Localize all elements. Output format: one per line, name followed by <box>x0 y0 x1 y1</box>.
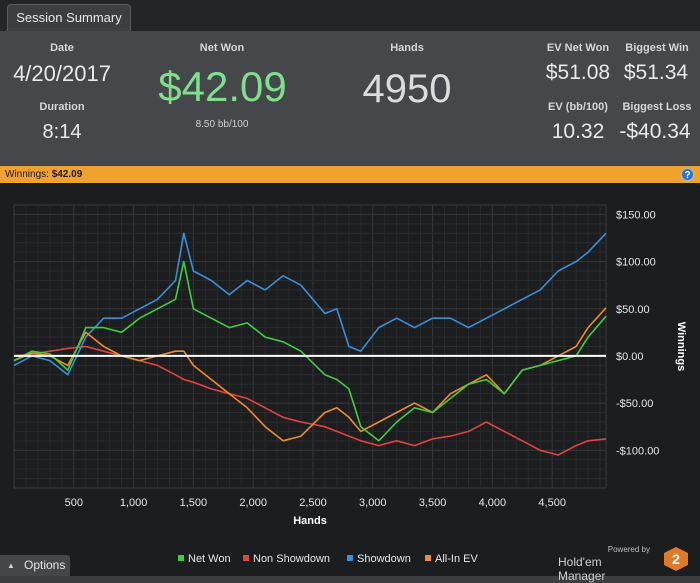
biggest-loss-label: Biggest Loss <box>622 101 692 113</box>
y-tick-label: $150.00 <box>616 209 656 221</box>
ev-bb-label: EV (bb/100) <box>548 101 608 113</box>
biggest-loss-value: -$40.34 <box>619 120 691 143</box>
biggest-win-label: Biggest Win <box>625 42 689 54</box>
ev-net-won-label: EV Net Won <box>546 42 610 54</box>
summary-panel: Date 4/20/2017 Duration 8:14 Net Won $42… <box>0 31 700 165</box>
winnings-stripe: Winnings: $42.09 ? <box>0 166 700 183</box>
options-label: Options <box>24 558 66 572</box>
winnings-stripe-value: $42.09 <box>51 169 83 180</box>
tab-session-summary[interactable]: Session Summary <box>7 4 131 31</box>
chart-area: 500 1,000 1,500 2,000 2,500 3,000 3,500 4,000 4,… <box>0 183 700 576</box>
y-tick-label: -$50.00 <box>616 398 653 410</box>
hands-label: Hands <box>390 42 424 54</box>
netwon-sub: 8.50 bb/100 <box>195 119 249 130</box>
date-label: Date <box>50 42 74 54</box>
tab-strip: Session Summary <box>0 0 700 32</box>
x-tick-label: 4,000 <box>479 497 507 509</box>
y-tick-label: $100.00 <box>616 257 656 269</box>
x-tick-label: 1,000 <box>120 497 148 509</box>
legend-swatch <box>178 555 184 561</box>
legend-label: Non Showdown <box>253 553 330 565</box>
winnings-chart: 500 1,000 1,500 2,000 2,500 3,000 3,500 4,000 4,… <box>13 204 687 565</box>
x-tick-label: 500 <box>65 497 83 509</box>
hands-value: 4950 <box>362 67 452 111</box>
netwon-label: Net Won <box>199 42 245 54</box>
brand-badge-icon: 2 <box>664 547 688 571</box>
ev-bb-value: 10.32 <box>551 120 605 143</box>
legend-label: All-In EV <box>435 553 478 565</box>
caret-up-icon: ▲ <box>7 561 15 570</box>
y-tick-label: $0.00 <box>616 351 644 363</box>
y-tick-label: $50.00 <box>616 304 650 316</box>
netwon-value: $42.09 <box>158 63 287 110</box>
biggest-win-value: $51.34 <box>623 61 689 84</box>
legend-swatch <box>425 555 431 561</box>
legend-swatch <box>243 555 249 561</box>
x-tick-label: 2,000 <box>239 497 267 509</box>
date-value: 4/20/2017 <box>13 61 111 86</box>
duration-value: 8:14 <box>42 121 82 143</box>
x-tick-label: 4,500 <box>538 497 566 509</box>
x-tick-label: 1,500 <box>180 497 208 509</box>
x-tick-label: 2,500 <box>299 497 327 509</box>
duration-label: Duration <box>39 101 85 113</box>
legend-label: Net Won <box>188 553 231 565</box>
powered-by-text: Powered by <box>607 545 650 554</box>
options-button[interactable]: ▲ Options <box>0 555 70 576</box>
brand-logo: Powered by Hold'em Manager 2 <box>558 545 688 583</box>
x-tick-label: 3,000 <box>359 497 387 509</box>
legend-swatch <box>347 555 353 561</box>
y-axis-label: Winnings <box>675 322 687 371</box>
brand-name: Hold'em Manager <box>558 555 606 583</box>
legend-label: Showdown <box>357 553 411 565</box>
x-axis-label: Hands <box>293 515 327 527</box>
ev-net-won-value: $51.08 <box>545 61 611 84</box>
winnings-stripe-label: Winnings: <box>5 169 49 180</box>
y-tick-label: -$100.00 <box>616 445 659 457</box>
help-icon[interactable]: ? <box>681 168 694 181</box>
x-tick-label: 3,500 <box>419 497 447 509</box>
